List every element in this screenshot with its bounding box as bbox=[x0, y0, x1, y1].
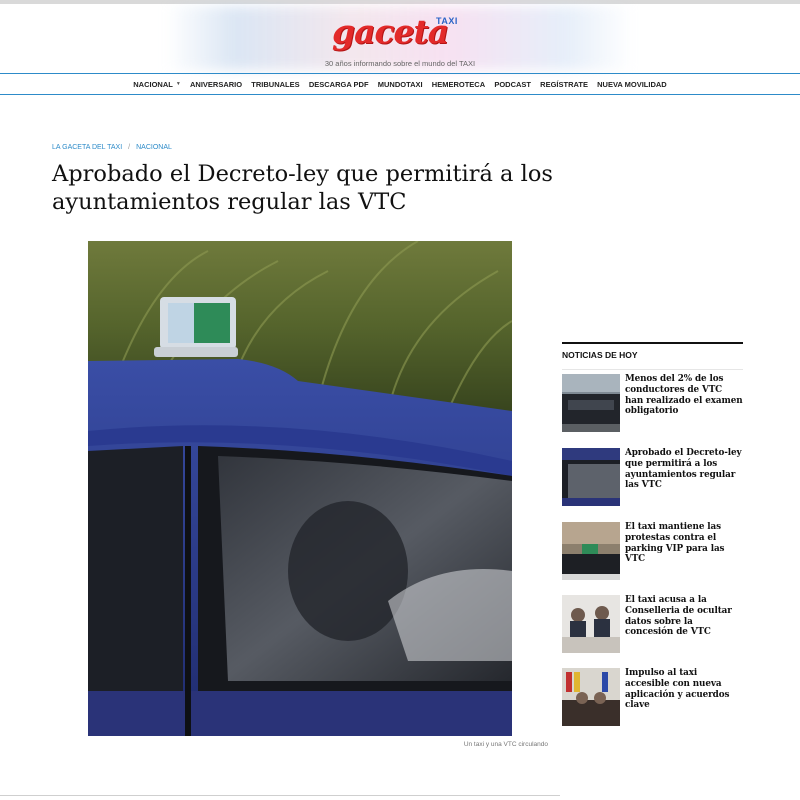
nav-item-label: REGÍSTRATE bbox=[540, 79, 588, 89]
image-caption: Un taxi y una VTC circulando bbox=[463, 741, 548, 748]
sidebar-title: NOTICIAS DE HOY bbox=[562, 342, 743, 370]
nav-item-descarga-pdf[interactable]: DESCARGA PDF bbox=[304, 80, 373, 89]
logo-wordmark: gaceta bbox=[332, 12, 449, 51]
nav-item-label: MUNDOTAXI bbox=[377, 79, 423, 89]
breadcrumb-section-link[interactable]: NACIONAL bbox=[136, 144, 172, 151]
taxi-car-photo bbox=[88, 241, 512, 736]
article-title: Aprobado el Decreto-ley que permitirá a … bbox=[52, 161, 553, 215]
article-hero-image bbox=[88, 241, 512, 736]
nav-item-podcast[interactable]: PODCAST bbox=[490, 80, 536, 89]
news-title: El taxi acusa a la Conselleria de oculta… bbox=[625, 595, 732, 638]
site-header: gaceta TAXI 30 años informando sobre el … bbox=[0, 4, 800, 72]
logo-taxi-label: TAXI bbox=[436, 16, 458, 26]
news-item[interactable]: Impulso al taxi accesible con nueva apli… bbox=[562, 668, 743, 728]
news-title: El taxi mantiene las protestas contra el… bbox=[625, 522, 725, 565]
nav-item-nueva-movilidad[interactable]: NUEVA MOVILIDAD bbox=[593, 80, 672, 89]
news-item[interactable]: El taxi mantiene las protestas contra el… bbox=[562, 522, 743, 582]
nav-item-label: DESCARGA PDF bbox=[308, 79, 369, 89]
nav-item-hemeroteca[interactable]: HEMEROTECA bbox=[427, 80, 490, 89]
breadcrumb-separator: / bbox=[128, 144, 131, 151]
nav-item-tribunales[interactable]: TRIBUNALES bbox=[247, 80, 305, 89]
breadcrumb-home-link[interactable]: LA GACETA DEL TAXI bbox=[52, 144, 122, 151]
nav-item-aniversario[interactable]: ANIVERSARIO bbox=[185, 80, 246, 89]
news-thumbnail bbox=[562, 668, 620, 726]
main-navigation: NACIONAL ▼ ANIVERSARIO TRIBUNALES DESCARG… bbox=[0, 73, 800, 95]
nav-item-label: NACIONAL bbox=[133, 79, 173, 89]
news-title: Impulso al taxi accesible con nueva apli… bbox=[625, 668, 730, 711]
caret-down-icon: ▼ bbox=[175, 81, 181, 87]
nav-item-label: NUEVA MOVILIDAD bbox=[597, 79, 667, 89]
site-tagline: 30 años informando sobre el mundo del TA… bbox=[324, 59, 476, 68]
news-item[interactable]: Menos del 2% de los conductores de VTC h… bbox=[562, 374, 743, 434]
news-item[interactable]: El taxi acusa a la Conselleria de oculta… bbox=[562, 595, 743, 655]
news-item[interactable]: Aprobado el Decreto-ley que permitirá a … bbox=[562, 448, 743, 508]
sidebar-latest-news: NOTICIAS DE HOY Menos del 2% de los cond… bbox=[562, 342, 743, 726]
news-thumbnail bbox=[562, 448, 620, 506]
nav-item-label: HEMEROTECA bbox=[431, 79, 486, 89]
news-thumbnail bbox=[562, 595, 620, 653]
nav-item-nacional[interactable]: NACIONAL ▼ bbox=[129, 80, 186, 89]
nav-item-label: PODCAST bbox=[494, 79, 531, 89]
news-thumbnail bbox=[562, 522, 620, 580]
news-title: Aprobado el Decreto-ley que permitirá a … bbox=[625, 448, 742, 491]
site-logo[interactable]: gaceta TAXI bbox=[332, 12, 472, 54]
news-thumbnail bbox=[562, 374, 620, 432]
nav-item-mundotaxi[interactable]: MUNDOTAXI bbox=[373, 80, 427, 89]
page-bottom-divider bbox=[0, 795, 560, 800]
nav-item-registrate[interactable]: REGÍSTRATE bbox=[536, 80, 593, 89]
news-title: Menos del 2% de los conductores de VTC h… bbox=[625, 374, 743, 417]
breadcrumb: LA GACETA DEL TAXI / NACIONAL bbox=[52, 144, 172, 151]
nav-item-label: TRIBUNALES bbox=[251, 79, 300, 89]
nav-item-label: ANIVERSARIO bbox=[190, 79, 243, 89]
